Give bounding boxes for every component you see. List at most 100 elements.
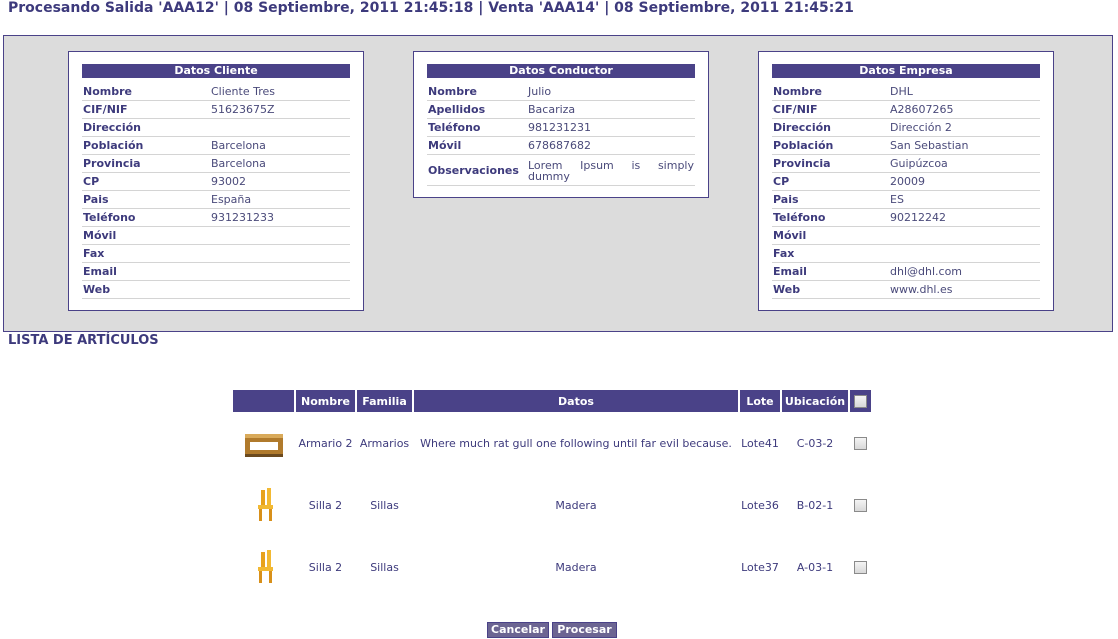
item-select — [850, 474, 871, 536]
row-checkbox[interactable] — [854, 436, 867, 450]
driver-card: Datos Conductor Nombre Julio Apellidos Bac… — [413, 51, 709, 198]
company-value: 20009 — [889, 172, 1040, 191]
client-value — [210, 118, 350, 137]
client-label: Provincia — [82, 154, 210, 173]
company-label: Web — [772, 280, 889, 299]
company-row: Población San Sebastian — [772, 136, 1040, 155]
driver-table: Nombre Julio Apellidos Bacariza Teléfono 98… — [427, 83, 695, 186]
driver-row: Apellidos Bacariza — [427, 100, 695, 119]
client-value: Cliente Tres — [210, 83, 350, 101]
client-label: Web — [82, 280, 210, 299]
client-label: Fax — [82, 244, 210, 263]
cabinet-icon — [241, 420, 287, 466]
client-label: Teléfono — [82, 208, 210, 227]
company-row: Dirección Dirección 2 — [772, 118, 1040, 137]
item-familia: Sillas — [370, 498, 399, 512]
company-label: Teléfono — [772, 208, 889, 227]
driver-row: Móvil 678687682 — [427, 136, 695, 155]
item-familia: Sillas — [370, 560, 399, 574]
client-value: Barcelona — [210, 154, 350, 173]
company-label: Nombre — [772, 83, 889, 101]
company-value: DHL — [889, 83, 1040, 101]
item-lote: Lote41 — [741, 436, 779, 450]
company-value: A28607265 — [889, 100, 1040, 119]
col-nombre-header[interactable]: Nombre — [296, 390, 355, 412]
client-label: Población — [82, 136, 210, 155]
client-row: CIF/NIF 51623675Z — [82, 100, 350, 119]
client-value — [210, 262, 350, 281]
client-label: Email — [82, 262, 210, 281]
driver-label: Teléfono — [427, 118, 527, 137]
col-thumbnail-header — [233, 390, 294, 412]
client-value: 931231233 — [210, 208, 350, 227]
driver-value: 981231231 — [527, 118, 695, 137]
company-value: Dirección 2 — [889, 118, 1040, 137]
client-row: Nombre Cliente Tres — [82, 83, 350, 101]
company-label: CIF/NIF — [772, 100, 889, 119]
client-value: Barcelona — [210, 136, 350, 155]
client-value: España — [210, 190, 350, 209]
cancel-button[interactable]: Cancelar — [487, 622, 549, 638]
item-nombre: Silla 2 — [308, 560, 343, 574]
company-label: Fax — [772, 244, 889, 263]
client-table: Nombre Cliente Tres CIF/NIF 51623675Z Dire… — [82, 83, 350, 299]
driver-label: Móvil — [427, 136, 527, 155]
col-lote-header[interactable]: Lote — [740, 390, 780, 412]
company-label: Dirección — [772, 118, 889, 137]
company-label: Móvil — [772, 226, 889, 245]
company-card-title: Datos Empresa — [772, 64, 1040, 78]
company-row: Web www.dhl.es — [772, 280, 1040, 299]
chair-icon — [241, 544, 287, 590]
client-row: Web — [82, 280, 350, 299]
driver-value: Lorem Ipsum is simply dummy — [527, 154, 695, 186]
item-lote: Lote36 — [741, 498, 779, 512]
company-value: 90212242 — [889, 208, 1040, 227]
company-table: Nombre DHL CIF/NIF A28607265 Dirección Dire… — [772, 83, 1040, 299]
client-row: Email — [82, 262, 350, 281]
client-row: Pais España — [82, 190, 350, 209]
company-label: Pais — [772, 190, 889, 209]
item-ubicacion: C-03-2 — [796, 436, 834, 450]
client-row: CP 93002 — [82, 172, 350, 191]
client-card-title: Datos Cliente — [82, 64, 350, 78]
item-select — [850, 412, 871, 474]
company-row: Fax — [772, 244, 1040, 263]
client-value: 51623675Z — [210, 100, 350, 119]
item-ubicacion: A-03-1 — [796, 560, 834, 574]
client-value: 93002 — [210, 172, 350, 191]
company-label: Población — [772, 136, 889, 155]
select-all-header — [850, 390, 871, 412]
company-row: CIF/NIF A28607265 — [772, 100, 1040, 119]
item-thumbnail — [233, 474, 294, 536]
col-ubicacion-header[interactable]: Ubicación — [782, 390, 848, 412]
company-value — [889, 244, 1040, 263]
page-title: Procesando Salida 'AAA12' | 08 Septiembr… — [8, 0, 854, 16]
process-button[interactable]: Procesar — [552, 622, 617, 638]
driver-label: Nombre — [427, 83, 527, 101]
company-row: Nombre DHL — [772, 83, 1040, 101]
company-row: Teléfono 90212242 — [772, 208, 1040, 227]
chair-icon — [241, 482, 287, 528]
client-label: Móvil — [82, 226, 210, 245]
client-row: Población Barcelona — [82, 136, 350, 155]
driver-value: 678687682 — [527, 136, 695, 155]
company-label: Provincia — [772, 154, 889, 173]
row-checkbox[interactable] — [854, 498, 867, 512]
client-label: Pais — [82, 190, 210, 209]
company-value: ES — [889, 190, 1040, 209]
select-all-checkbox[interactable] — [854, 394, 867, 408]
row-checkbox[interactable] — [854, 560, 867, 574]
client-row: Dirección — [82, 118, 350, 137]
col-familia-header[interactable]: Familia — [357, 390, 412, 412]
col-datos-header[interactable]: Datos — [414, 390, 738, 412]
company-value: San Sebastian — [889, 136, 1040, 155]
item-datos: Where much rat gull one following until … — [420, 436, 732, 450]
driver-value: Julio — [527, 83, 695, 101]
table-row: Silla 2 Sillas Madera Lote36 B-02-1 — [233, 474, 871, 536]
item-thumbnail — [233, 412, 294, 474]
item-datos: Madera — [555, 560, 597, 574]
driver-row: Observaciones Lorem Ipsum is simply dummy — [427, 154, 695, 186]
item-ubicacion: B-02-1 — [796, 498, 834, 512]
company-label: Email — [772, 262, 889, 281]
table-row: Silla 2 Sillas Madera Lote37 A-03-1 — [233, 536, 871, 598]
